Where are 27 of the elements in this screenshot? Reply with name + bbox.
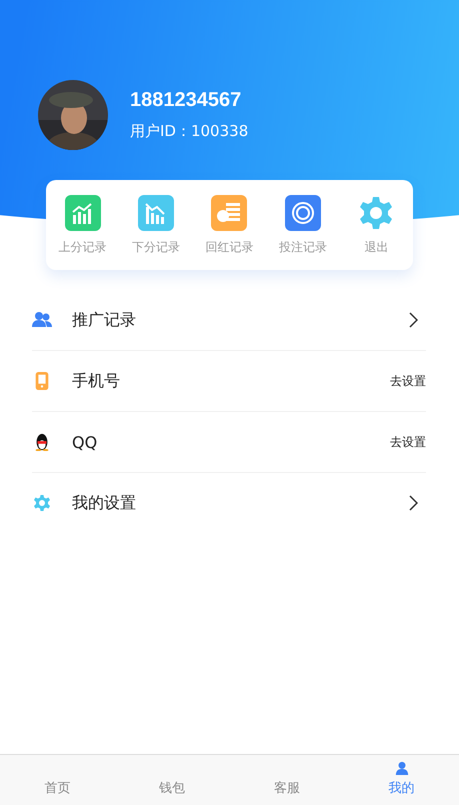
menu-item[interactable]: QQ [72, 432, 390, 452]
phone-number: 1881234567 [130, 89, 242, 112]
set-link[interactable]: 去设置 [390, 434, 426, 450]
shortcut-label[interactable]: 上分记录 [58, 238, 107, 256]
gear-icon[interactable] [358, 194, 394, 230]
shortcut-label[interactable]: 投注记录 [278, 238, 327, 256]
chevron-icon[interactable] [408, 495, 418, 511]
chart-down-icon[interactable] [138, 194, 174, 230]
chip-icon[interactable] [284, 194, 321, 230]
set-link[interactable]: 去设置 [390, 372, 426, 390]
shortcut-label[interactable]: 下分记录 [132, 238, 180, 256]
tab[interactable]: 我的 [388, 779, 415, 797]
chevron-icon[interactable] [408, 312, 418, 328]
shortcut-label[interactable]: 回红记录 [205, 238, 254, 256]
menu-item[interactable]: 手机号 [72, 370, 390, 392]
menu-item[interactable]: 推广记录 [72, 310, 408, 330]
user-id: 用户ID：100338 [130, 122, 248, 141]
gear-icon [32, 494, 52, 512]
tab[interactable]: 客服 [274, 779, 300, 797]
coins-icon[interactable] [211, 194, 248, 230]
users-icon [32, 311, 52, 329]
menu-item[interactable]: 我的设置 [72, 492, 408, 514]
person-icon[interactable] [394, 761, 409, 775]
shortcut-label[interactable]: 退出 [364, 238, 388, 256]
tab[interactable]: 钱包 [159, 779, 186, 797]
tab[interactable]: 首页 [44, 779, 70, 797]
chart-up-icon[interactable] [64, 194, 101, 230]
